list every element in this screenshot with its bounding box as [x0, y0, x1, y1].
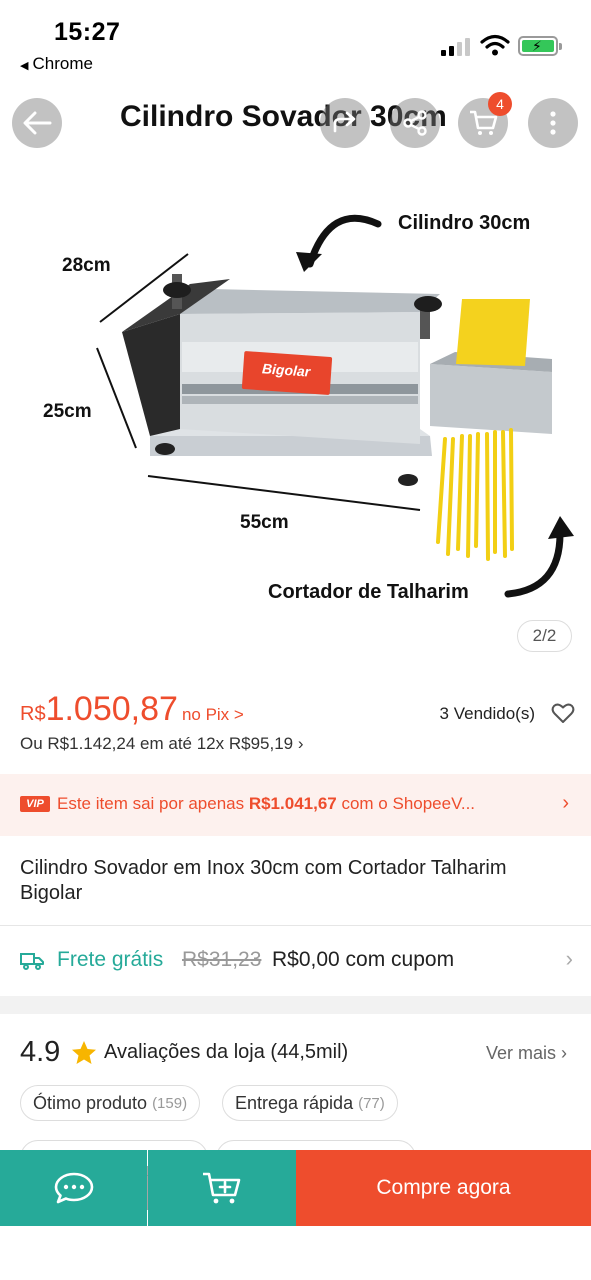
- chat-icon: [54, 1172, 93, 1204]
- label-cilindro: Cilindro 30cm: [398, 212, 531, 234]
- label-height: 25cm: [43, 401, 92, 422]
- more-options-button[interactable]: [528, 98, 578, 148]
- store-rating-row: 4.9 Avaliações da loja (44,5mil) Ver mai…: [20, 1036, 575, 1072]
- old-shipping-price: R$31,23: [182, 948, 262, 971]
- bottom-safe-area: [0, 1226, 591, 1280]
- vip-text: Este item sai por apenas R$1.041,67 com …: [57, 794, 476, 813]
- image-counter: 2/2: [517, 620, 572, 652]
- label-width: 28cm: [62, 255, 111, 276]
- shipping-row[interactable]: Frete grátis R$31,23 R$0,00 com cupom ›: [20, 946, 575, 976]
- price-value: 1.050,87: [45, 690, 178, 728]
- buy-now-button[interactable]: Compre agora: [296, 1150, 591, 1226]
- share-button[interactable]: [390, 98, 440, 148]
- favorite-heart-icon[interactable]: [551, 702, 575, 724]
- divider: [0, 925, 591, 926]
- add-to-cart-button[interactable]: [148, 1150, 296, 1226]
- see-more-link[interactable]: Ver mais ›: [486, 1043, 567, 1064]
- review-tag-chip[interactable]: Entrega rápida (77): [222, 1085, 398, 1121]
- cart-count-badge: 4: [488, 92, 512, 116]
- chat-button[interactable]: [0, 1150, 147, 1226]
- back-app-label: Chrome: [32, 54, 93, 73]
- back-button[interactable]: [12, 98, 62, 148]
- signal-icon: [441, 38, 473, 56]
- price-currency: R$: [20, 703, 46, 725]
- chevron-right-icon: ›: [562, 792, 569, 814]
- share-social-button[interactable]: [320, 98, 370, 148]
- installments-link[interactable]: Ou R$1.142,24 em até 12x R$95,19 ›: [20, 734, 304, 754]
- new-shipping-price: R$0,00 com cupom: [272, 948, 455, 971]
- star-icon: [72, 1041, 96, 1064]
- installments-text: Ou R$1.142,24 em até 12x R$95,19: [20, 734, 294, 753]
- rating-label: Avaliações da loja (44,5mil): [104, 1041, 349, 1063]
- status-bar: 15:27 ◀ Chrome ⚡: [0, 0, 591, 84]
- chevron-right-icon: ›: [565, 946, 573, 971]
- vip-badge-icon: VIP: [20, 796, 50, 812]
- label-length: 55cm: [240, 512, 289, 533]
- free-shipping-label: Frete grátis: [57, 948, 164, 971]
- pix-link[interactable]: no Pix >: [182, 705, 244, 724]
- rating-score: 4.9: [20, 1036, 61, 1068]
- section-gap: [0, 996, 591, 1014]
- chevron-right-icon: ›: [561, 1043, 567, 1063]
- wifi-icon: [480, 34, 510, 56]
- more-vertical-icon: [550, 111, 556, 135]
- bottom-action-bar: Compre agora: [0, 1150, 591, 1226]
- sold-count: 3 Vendido(s): [439, 704, 535, 723]
- status-time: 15:27: [54, 18, 121, 46]
- label-cortador: Cortador de Talharim: [268, 581, 469, 603]
- back-to-app-link[interactable]: ◀ Chrome: [20, 54, 93, 74]
- review-tag-chip[interactable]: Ótimo produto (159): [20, 1085, 201, 1121]
- cart-button[interactable]: 4: [458, 92, 512, 148]
- product-name: Cilindro Sovador em Inox 30cm com Cortad…: [20, 857, 507, 904]
- arrow-left-icon: [23, 111, 52, 135]
- truck-icon: [20, 953, 44, 970]
- share-arrow-icon: [333, 111, 356, 133]
- vip-banner[interactable]: VIP Este item sai por apenas R$1.041,67 …: [0, 774, 591, 836]
- product-image-gallery[interactable]: Cilindro 30cm 28cm 25cm 55cm Cortador de…: [0, 84, 591, 670]
- brand-plate-label: Bigolar: [261, 360, 311, 380]
- add-to-cart-icon: [203, 1172, 241, 1204]
- chevron-right-icon: ›: [297, 734, 304, 753]
- price-section: R$1.050,87 no Pix > 3 Vendido(s): [20, 690, 575, 730]
- back-triangle-icon: ◀: [20, 60, 29, 72]
- battery-icon: ⚡: [518, 36, 562, 56]
- share-icon: [403, 110, 427, 136]
